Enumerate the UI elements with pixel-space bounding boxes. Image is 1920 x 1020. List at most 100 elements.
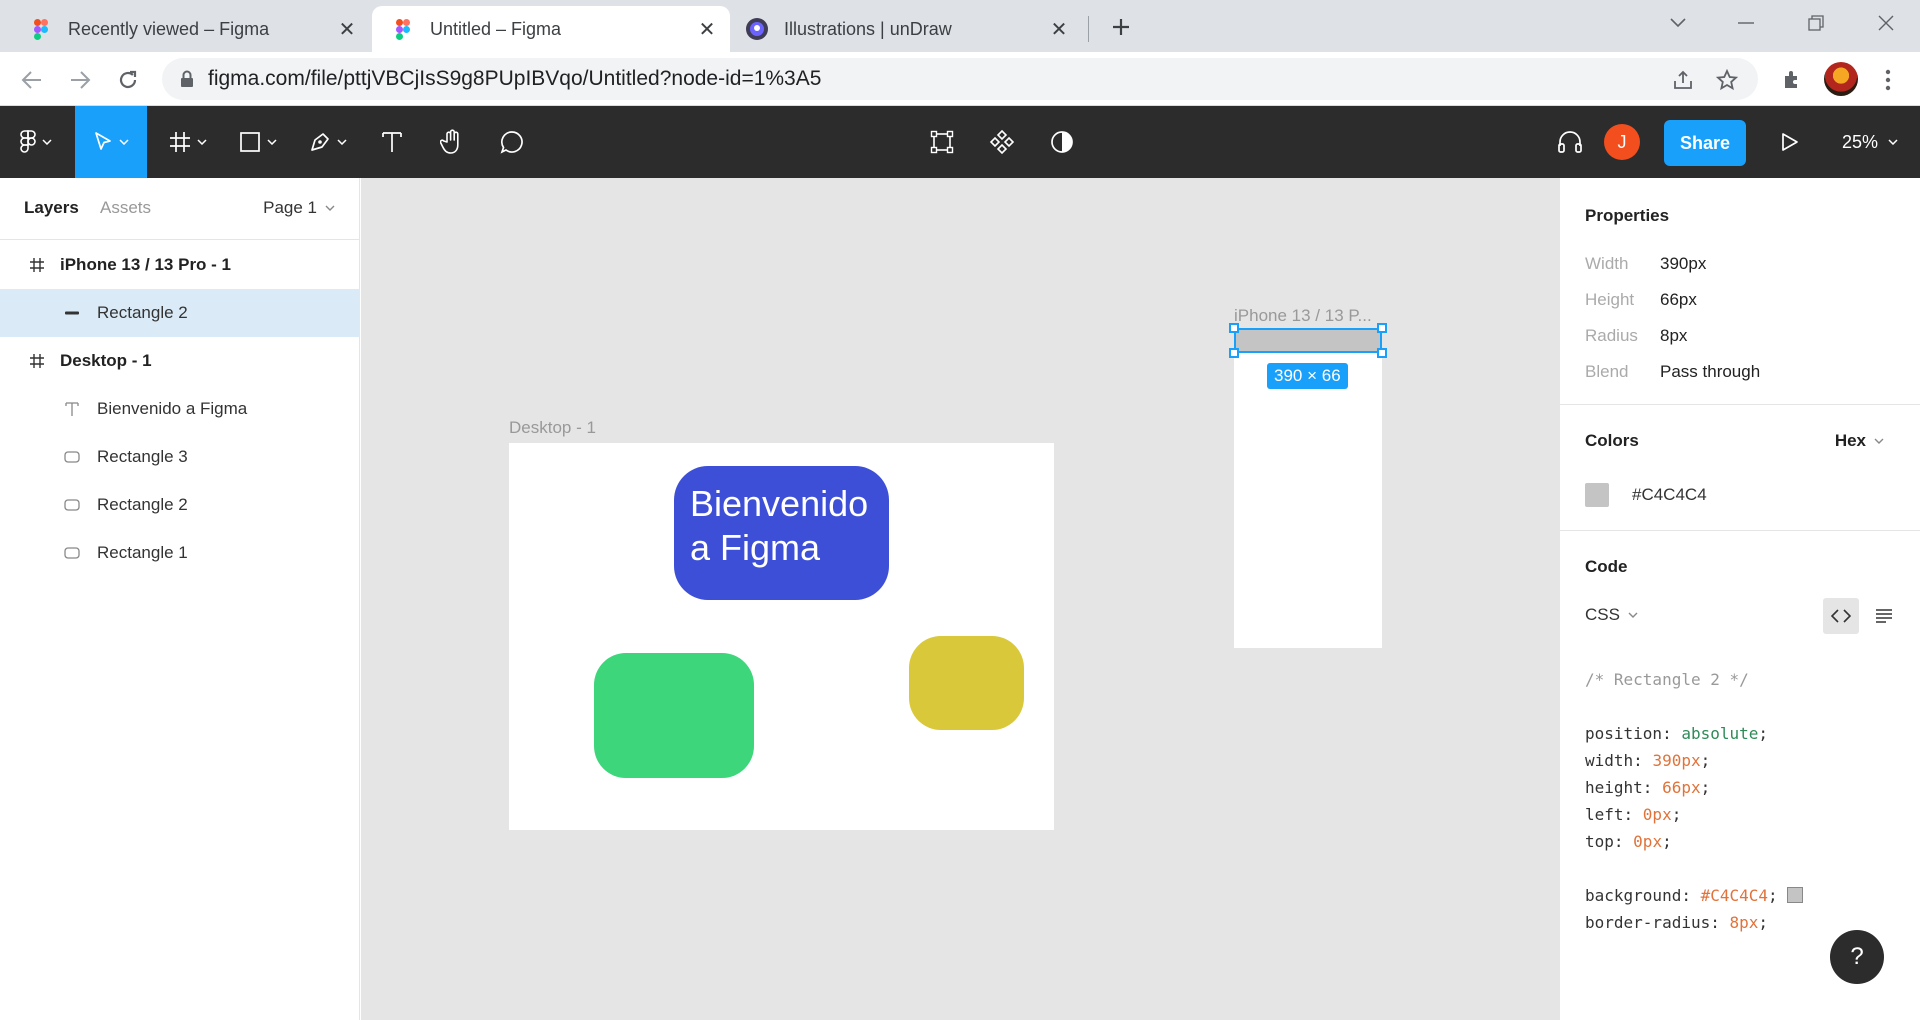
tab-recently-viewed[interactable]: Recently viewed – Figma ✕ — [0, 6, 370, 52]
comment-tool-button[interactable] — [490, 106, 534, 178]
prop-key: Blend — [1585, 362, 1629, 381]
code-view-toggle[interactable] — [1823, 598, 1859, 634]
layer-row-text[interactable]: Bienvenido a Figma — [0, 385, 360, 433]
code-line: height: 66px; — [1585, 778, 1711, 797]
resize-handle-bottom-left[interactable] — [1229, 348, 1239, 358]
welcome-line-1: Bienvenido — [690, 483, 869, 524]
resize-handle-bottom-right[interactable] — [1377, 348, 1387, 358]
url-bar[interactable]: figma.com/file/pttjVBCjIsS9g8PUpIBVqo/Un… — [162, 58, 1758, 100]
inline-color-swatch — [1787, 887, 1804, 903]
create-component-button[interactable] — [980, 106, 1024, 178]
list-view-toggle[interactable] — [1866, 598, 1902, 634]
prop-key: Width — [1585, 254, 1629, 273]
comment-bubble-icon — [500, 130, 524, 154]
layer-row-rectangle-2[interactable]: Rectangle 2 — [0, 481, 360, 529]
chevron-down-icon — [1628, 612, 1638, 618]
frame-icon — [26, 353, 48, 369]
layer-name: Rectangle 2 — [97, 495, 188, 514]
close-tab-icon[interactable]: ✕ — [694, 16, 720, 42]
user-avatar[interactable]: J — [1604, 124, 1640, 160]
close-tab-icon[interactable]: ✕ — [1046, 16, 1072, 42]
bookmark-star-icon[interactable] — [1714, 67, 1740, 93]
frame-icon — [26, 257, 48, 273]
layer-row-iphone-frame[interactable]: iPhone 13 / 13 Pro - 1 — [0, 241, 360, 289]
welcome-text-box[interactable]: Bienvenido a Figma — [674, 466, 889, 600]
headphones-icon — [1557, 130, 1583, 154]
share-page-icon[interactable] — [1670, 67, 1696, 93]
prop-key: Radius — [1585, 326, 1638, 345]
colors-title: Colors — [1585, 431, 1639, 450]
edit-object-button[interactable] — [920, 106, 964, 178]
divider — [1560, 530, 1920, 531]
share-button[interactable]: Share — [1664, 120, 1746, 166]
resize-handle-top-right[interactable] — [1377, 323, 1387, 333]
audio-headphones-button[interactable] — [1548, 106, 1592, 178]
layer-row-rectangle-3[interactable]: Rectangle 3 — [0, 433, 360, 481]
zoom-dropdown[interactable]: 25% — [1842, 106, 1898, 178]
prop-key: Height — [1585, 290, 1635, 309]
hand-icon — [440, 129, 464, 155]
play-icon — [1781, 132, 1799, 152]
tab-search-chevron-icon[interactable] — [1660, 8, 1696, 38]
code-line: left: 0px; — [1585, 805, 1682, 824]
present-button[interactable] — [1768, 106, 1812, 178]
chevron-down-icon — [197, 139, 207, 145]
tab-title: Recently viewed – Figma — [68, 18, 270, 39]
close-tab-icon[interactable]: ✕ — [334, 16, 360, 42]
help-button[interactable]: ? — [1830, 930, 1884, 984]
layer-name: Rectangle 3 — [97, 447, 188, 466]
restore-icon[interactable] — [1798, 8, 1834, 38]
move-tool-button[interactable] — [75, 106, 147, 178]
tab-layers[interactable]: Layers — [24, 198, 79, 218]
tab-untitled-figma[interactable]: Untitled – Figma ✕ — [372, 6, 730, 52]
new-tab-icon[interactable] — [1106, 12, 1136, 42]
lock-icon — [180, 70, 194, 88]
tab-title: Untitled – Figma — [430, 18, 562, 39]
color-hex-value[interactable]: #C4C4C4 — [1632, 485, 1707, 505]
hand-tool-button[interactable] — [430, 106, 474, 178]
layer-name: Bienvenido a Figma — [97, 399, 248, 418]
resize-handle-top-left[interactable] — [1229, 323, 1239, 333]
close-window-icon[interactable] — [1868, 8, 1904, 38]
shape-tool-button[interactable] — [230, 106, 286, 178]
color-format-dropdown[interactable]: Hex — [1835, 431, 1884, 451]
frame-tool-button[interactable] — [160, 106, 216, 178]
color-swatch[interactable] — [1585, 483, 1609, 507]
code-title: Code — [1585, 557, 1628, 576]
reload-icon[interactable] — [112, 64, 144, 96]
extensions-puzzle-icon[interactable] — [1776, 64, 1808, 96]
tab-assets[interactable]: Assets — [100, 198, 151, 218]
page-selector[interactable]: Page 1 — [263, 198, 335, 218]
pen-tool-button[interactable] — [300, 106, 356, 178]
rounded-rectangle-icon — [61, 547, 83, 559]
kebab-menu-icon[interactable] — [1872, 64, 1904, 96]
mask-button[interactable] — [1040, 106, 1084, 178]
layer-row-rectangle-1[interactable]: Rectangle 1 — [0, 529, 360, 577]
undraw-logo-icon — [746, 18, 768, 40]
yellow-rectangle[interactable] — [909, 636, 1024, 730]
layer-row-rectangle-2-selected[interactable]: Rectangle 2 — [0, 289, 360, 337]
rounded-rectangle-icon — [61, 451, 83, 463]
iphone-frame-label[interactable]: iPhone 13 / 13 P... — [1234, 306, 1384, 326]
rectangle-line-icon — [61, 310, 83, 316]
code-brackets-icon — [1831, 609, 1851, 623]
code-line: top: 0px; — [1585, 832, 1672, 851]
tab-undraw[interactable]: Illustrations | unDraw ✕ — [730, 6, 1082, 52]
minimize-icon[interactable] — [1728, 8, 1764, 38]
green-rectangle[interactable] — [594, 653, 754, 778]
chevron-down-icon — [1874, 438, 1884, 444]
css-code-block: /* Rectangle 2 */ position: absolute; wi… — [1585, 666, 1804, 936]
layer-row-desktop-frame[interactable]: Desktop - 1 — [0, 337, 360, 385]
profile-avatar[interactable] — [1824, 62, 1858, 96]
selected-rectangle[interactable] — [1234, 328, 1382, 353]
text-tool-button[interactable] — [370, 106, 414, 178]
desktop-frame[interactable]: Bienvenido a Figma — [509, 443, 1054, 830]
desktop-frame-label[interactable]: Desktop - 1 — [509, 418, 596, 438]
design-canvas[interactable]: Desktop - 1 Bienvenido a Figma iPhone 13… — [361, 178, 1559, 1020]
main-menu-button[interactable] — [12, 106, 60, 178]
code-language-dropdown[interactable]: CSS — [1585, 605, 1638, 625]
vector-edit-icon — [930, 130, 954, 154]
back-arrow-icon[interactable] — [16, 64, 48, 96]
forward-arrow-icon[interactable] — [64, 64, 96, 96]
divider — [1560, 404, 1920, 405]
